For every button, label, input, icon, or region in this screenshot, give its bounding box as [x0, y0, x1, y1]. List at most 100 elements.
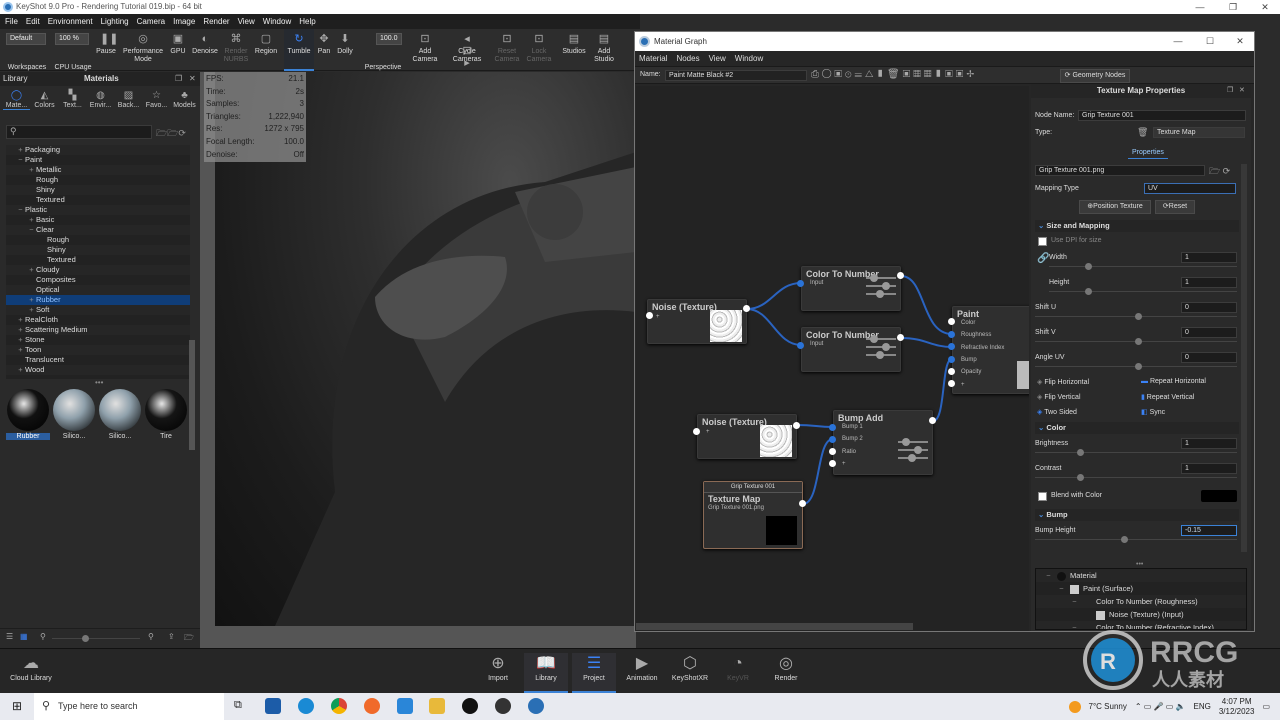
- toolbar-add-camera-button[interactable]: ⊡ Add Camera: [410, 29, 440, 71]
- bump-height-slider[interactable]: [1035, 536, 1237, 543]
- size-mapping-section[interactable]: Size and Mapping: [1035, 220, 1239, 232]
- blend-with-color-checkbox[interactable]: [1038, 492, 1047, 501]
- mg-menu-view[interactable]: View: [709, 51, 726, 66]
- node-port-dot[interactable]: [793, 422, 800, 429]
- texture-file-input[interactable]: Grip Texture 001.png: [1035, 165, 1205, 176]
- color-to-number-node-1[interactable]: Color To Number Input: [801, 266, 901, 311]
- shift-u-input[interactable]: 0: [1181, 302, 1237, 313]
- menu-view[interactable]: View: [238, 14, 255, 29]
- trash-icon[interactable]: 🗑: [1137, 127, 1148, 138]
- tree-item[interactable]: + Soft: [6, 305, 190, 315]
- node-port-dot[interactable]: [829, 436, 836, 443]
- library-tab-5[interactable]: ☆ Favo...: [143, 90, 170, 109]
- library-tab-0[interactable]: ◯ Mate...: [3, 90, 30, 110]
- float-icon[interactable]: ❐: [1227, 86, 1233, 94]
- edge-icon[interactable]: [298, 698, 314, 714]
- keyshot-taskbar-icon[interactable]: [528, 698, 544, 714]
- geometry-nodes-button[interactable]: ⟳ Geometry Nodes: [1060, 69, 1130, 83]
- ribbon-animation-button[interactable]: ▶ Animation: [620, 653, 664, 693]
- toolbar-studios-button[interactable]: ▤ Studios: [560, 29, 588, 71]
- material-thumbnail[interactable]: Silico...: [52, 388, 96, 444]
- bump-section[interactable]: Bump: [1035, 509, 1239, 521]
- blend-color-swatch[interactable]: [1201, 490, 1237, 502]
- angle-uv-slider[interactable]: [1035, 363, 1237, 370]
- upload-icon[interactable]: ⇪: [168, 632, 175, 641]
- notifications-icon[interactable]: ▭: [1262, 702, 1270, 711]
- properties-scrollbar[interactable]: [1241, 164, 1247, 552]
- collapse-icon[interactable]: −: [1044, 569, 1053, 582]
- node-tool-icons[interactable]: ⎙◯▣⊙☰△▮🗑▣▦▦▮▣▣✢: [811, 69, 977, 80]
- expand-toggle-icon[interactable]: +: [16, 315, 25, 325]
- close-panel-icon[interactable]: ✕: [189, 72, 196, 86]
- bump-add-node[interactable]: Bump Add Bump 1 Bump 2 Ratio +: [833, 410, 933, 475]
- flip-horizontal-option[interactable]: ◈ Flip Horizontal: [1037, 378, 1089, 386]
- menu-window[interactable]: Window: [263, 14, 291, 29]
- zoom-in-icon[interactable]: ⚲: [148, 632, 154, 641]
- mg-menu-window[interactable]: Window: [735, 51, 763, 66]
- expand-toggle-icon[interactable]: −: [27, 225, 36, 235]
- ribbon-keyshotxr-button[interactable]: ⬡ KeyShotXR: [668, 653, 712, 693]
- node-port-dot[interactable]: [948, 368, 955, 375]
- node-port-dot[interactable]: [897, 334, 904, 341]
- tree-item[interactable]: + Basic: [6, 215, 190, 225]
- menu-edit[interactable]: Edit: [26, 14, 40, 29]
- close-icon[interactable]: ✕: [1239, 86, 1245, 94]
- toolbar-render-nurbs-button[interactable]: ⌘ Render NURBS: [222, 29, 250, 71]
- tree-item[interactable]: + Packaging: [6, 145, 190, 155]
- expand-toggle-icon[interactable]: +: [27, 305, 36, 315]
- expand-toggle-icon[interactable]: +: [27, 295, 36, 305]
- tree-item[interactable]: + Stone: [6, 335, 190, 345]
- toolbar-perspective-button[interactable]: .Perspective: [360, 29, 406, 71]
- contrast-slider[interactable]: [1035, 474, 1237, 481]
- flip-vertical-option[interactable]: ◈ Flip Vertical: [1037, 393, 1081, 401]
- tree-item[interactable]: Rough: [6, 235, 190, 245]
- brightness-input[interactable]: 1: [1181, 438, 1237, 449]
- toolbar-denoise-button[interactable]: ◐ Denoise: [190, 29, 220, 71]
- material-tree-item[interactable]: − Color To Number (Roughness): [1036, 595, 1246, 608]
- node-port-dot[interactable]: [897, 272, 904, 279]
- node-port-dot[interactable]: [797, 342, 804, 349]
- float-panel-icon[interactable]: ❐: [175, 72, 182, 86]
- folder-icons[interactable]: 🗁🗁⟳: [156, 126, 186, 142]
- slider-handle[interactable]: [1135, 363, 1142, 370]
- repeat-vertical-option[interactable]: ▮ Repeat Vertical: [1141, 393, 1194, 401]
- node-port-dot[interactable]: [829, 424, 836, 431]
- mg-close-button[interactable]: ✕: [1225, 32, 1255, 51]
- tree-item[interactable]: + Rubber: [6, 295, 190, 305]
- contrast-input[interactable]: 1: [1181, 463, 1237, 474]
- noise-texture-node-1[interactable]: Noise (Texture) +: [647, 299, 747, 344]
- slider-handle[interactable]: [1085, 263, 1092, 270]
- node-port-dot[interactable]: [948, 343, 955, 350]
- folder-add-icon[interactable]: 🗁: [184, 632, 194, 646]
- chrome-icon[interactable]: [331, 698, 347, 714]
- tree-item[interactable]: Shiny: [6, 185, 190, 195]
- clock[interactable]: 4:07 PM 3/12/2023: [1219, 697, 1255, 717]
- material-tree-item[interactable]: − Paint (Surface): [1036, 582, 1246, 595]
- zoom-out-icon[interactable]: ⚲: [40, 632, 46, 641]
- tree-item[interactable]: Textured: [6, 195, 190, 205]
- toolbar-region-button[interactable]: ▢ Region: [252, 29, 280, 71]
- library-tab-4[interactable]: ▨ Back...: [115, 90, 142, 109]
- expand-toggle-icon[interactable]: +: [16, 325, 25, 335]
- toolbar-pause-button[interactable]: ❚❚ Pause: [94, 29, 118, 71]
- toolbar-cpu-usage-button[interactable]: .CPU Usage: [54, 29, 92, 71]
- expand-toggle-icon[interactable]: +: [27, 165, 36, 175]
- color-section[interactable]: Color: [1035, 422, 1239, 434]
- expand-toggle-icon[interactable]: +: [27, 265, 36, 275]
- reset-button[interactable]: ⟳Reset: [1155, 200, 1195, 214]
- splitter-handle[interactable]: •••: [95, 378, 103, 387]
- tree-item[interactable]: Optical: [6, 285, 190, 295]
- material-tree-item[interactable]: Noise (Texture) (Input): [1036, 608, 1246, 621]
- shift-v-input[interactable]: 0: [1181, 327, 1237, 338]
- recorder-icon[interactable]: [495, 698, 511, 714]
- material-name-input[interactable]: Paint Matte Black #2: [665, 70, 807, 81]
- menu-lighting[interactable]: Lighting: [101, 14, 129, 29]
- toolbar-add-studio-button[interactable]: ▤ Add Studio: [590, 29, 618, 71]
- mg-maximize-button[interactable]: ☐: [1195, 32, 1225, 51]
- tree-item[interactable]: Textured: [6, 255, 190, 265]
- menu-image[interactable]: Image: [173, 14, 195, 29]
- node-port-dot[interactable]: [948, 356, 955, 363]
- ribbon-render-button[interactable]: ◎ Render: [764, 653, 808, 693]
- firefox-icon[interactable]: [364, 698, 380, 714]
- node-port-dot[interactable]: [743, 305, 750, 312]
